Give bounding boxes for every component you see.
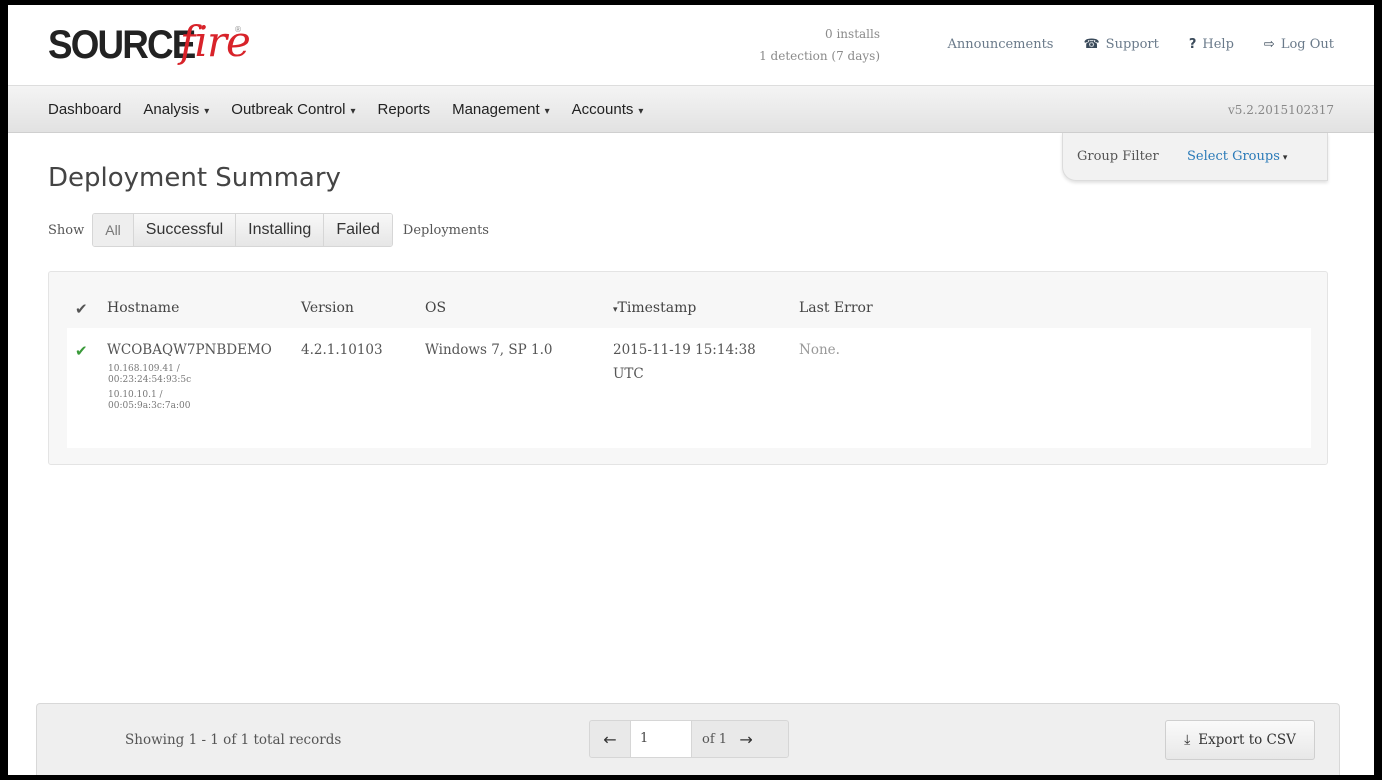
deployments-table: ✔ Hostname Version OS ▾Timestamp Last Er… [48,271,1328,465]
deployment-status-toggle: All Successful Installing Failed [92,213,393,247]
chevron-down-icon: ▾ [638,106,644,117]
nav-management-label: Management [452,101,540,118]
page-title: Deployment Summary [48,163,341,193]
header-links: Announcements ☎ Support ? Help ⇨ Log Out [948,37,1335,52]
nav-dashboard-label: Dashboard [48,101,122,118]
row-version: 4.2.1.10103 [301,342,383,358]
deployment-filter: Show All Successful Installing Failed De… [48,213,489,247]
logo-source-text: SOURCE [48,23,196,67]
nav-outbreak-control-label: Outbreak Control [231,101,346,118]
support-link[interactable]: ☎ Support [1083,37,1158,52]
main-nav: Dashboard Analysis ▾ Outbreak Control ▾ Re… [8,85,1374,133]
nav-reports[interactable]: Reports [378,101,431,118]
filter-failed-button[interactable]: Failed [323,214,392,246]
export-csv-label: Export to CSV [1198,732,1296,748]
filter-successful-button[interactable]: Successful [132,214,236,246]
table-body: ✔ WCOBAQW7PNBDEMO 10.168.109.41 / 00:23:… [67,328,1311,448]
select-all-check-icon[interactable]: ✔ [75,300,88,318]
support-label: Support [1105,37,1159,52]
install-detection-summary[interactable]: 0 installs 1 detection (7 days) [759,23,880,67]
group-filter-label: Group Filter [1077,149,1159,164]
nav-outbreak-control[interactable]: Outbreak Control ▾ [231,101,355,118]
col-os[interactable]: OS [425,300,446,316]
row-mac-1: 00:23:24:54:93:5c [108,375,192,385]
nav-reports-label: Reports [377,101,431,118]
logout-link[interactable]: ⇨ Log Out [1264,37,1334,52]
row-ip-1: 10.168.109.41 / [108,364,180,374]
row-last-error: None. [799,342,840,358]
row-timestamp: 2015-11-19 15:14:38 [613,342,756,358]
page-total-label: of 1 [702,731,728,747]
row-os: Windows 7, SP 1.0 [425,342,553,358]
phone-icon: ☎ [1083,37,1100,52]
help-link[interactable]: ? Help [1189,37,1234,52]
announcements-label: Announcements [947,37,1054,52]
col-last-error[interactable]: Last Error [799,300,873,316]
nav-management[interactable]: Management ▾ [452,101,550,118]
filter-installing-button[interactable]: Installing [235,214,324,246]
question-icon: ? [1188,37,1197,52]
top-header: SOURCE fire ® 0 installs 1 detection (7 … [8,5,1374,85]
row-hostname[interactable]: WCOBAQW7PNBDEMO [107,342,272,358]
help-label: Help [1202,37,1234,52]
pagination: ← 1 of 1 → [589,720,789,758]
success-check-icon: ✔ [75,342,88,360]
table-row[interactable]: ✔ WCOBAQW7PNBDEMO 10.168.109.41 / 00:23:… [67,328,1311,448]
row-mac-2: 00:05:9a:3c:7a:00 [108,401,191,411]
col-hostname[interactable]: Hostname [107,300,179,316]
row-timezone: UTC [613,366,644,382]
announcements-link[interactable]: Announcements [948,37,1054,52]
download-icon: ⤓ [1184,732,1191,748]
filter-all-button[interactable]: All [93,214,133,246]
nav-accounts-label: Accounts [571,101,634,118]
logo-registered-mark: ® [234,25,242,34]
arrow-left-icon[interactable]: ← [590,730,630,749]
detections-count: 1 detection (7 days) [759,49,880,63]
col-version[interactable]: Version [301,300,354,316]
row-network-2: 10.10.10.1 / 00:05:9a:3c:7a:00 [108,390,190,412]
table-header: ✔ Hostname Version OS ▾Timestamp Last Er… [49,292,1327,328]
chevron-down-icon: ▾ [204,106,210,117]
page-number-input[interactable]: 1 [630,721,692,757]
arrow-right-icon[interactable]: → [733,730,759,749]
installs-count: 0 installs [825,27,880,41]
row-network-1: 10.168.109.41 / 00:23:24:54:93:5c [108,364,191,386]
select-groups-label: Select Groups [1187,149,1280,164]
nav-dashboard[interactable]: Dashboard [48,101,121,118]
chevron-down-icon: ▾ [544,106,550,117]
chevron-down-icon: ▾ [1282,153,1288,163]
logout-icon: ⇨ [1263,37,1275,52]
export-csv-button[interactable]: ⤓ Export to CSV [1165,720,1315,760]
select-groups-dropdown[interactable]: Select Groups ▾ [1187,149,1287,164]
chevron-down-icon: ▾ [350,106,356,117]
version-label: v5.2.2015102317 [1227,103,1334,117]
records-summary: Showing 1 - 1 of 1 total records [125,732,342,748]
table-footer: Showing 1 - 1 of 1 total records ← 1 of … [36,703,1340,775]
row-ip-2: 10.10.10.1 / [108,390,163,400]
col-timestamp[interactable]: ▾Timestamp [613,300,696,316]
nav-analysis-label: Analysis [143,101,200,118]
nav-accounts[interactable]: Accounts ▾ [572,101,644,118]
col-timestamp-label: Timestamp [617,300,697,316]
nav-analysis[interactable]: Analysis ▾ [143,101,209,118]
show-label: Show [48,222,85,238]
group-filter: Group Filter Select Groups ▾ [1062,133,1328,181]
app-window: SOURCE fire ® 0 installs 1 detection (7 … [8,5,1374,775]
deployments-label: Deployments [402,222,489,238]
logout-label: Log Out [1280,37,1334,52]
